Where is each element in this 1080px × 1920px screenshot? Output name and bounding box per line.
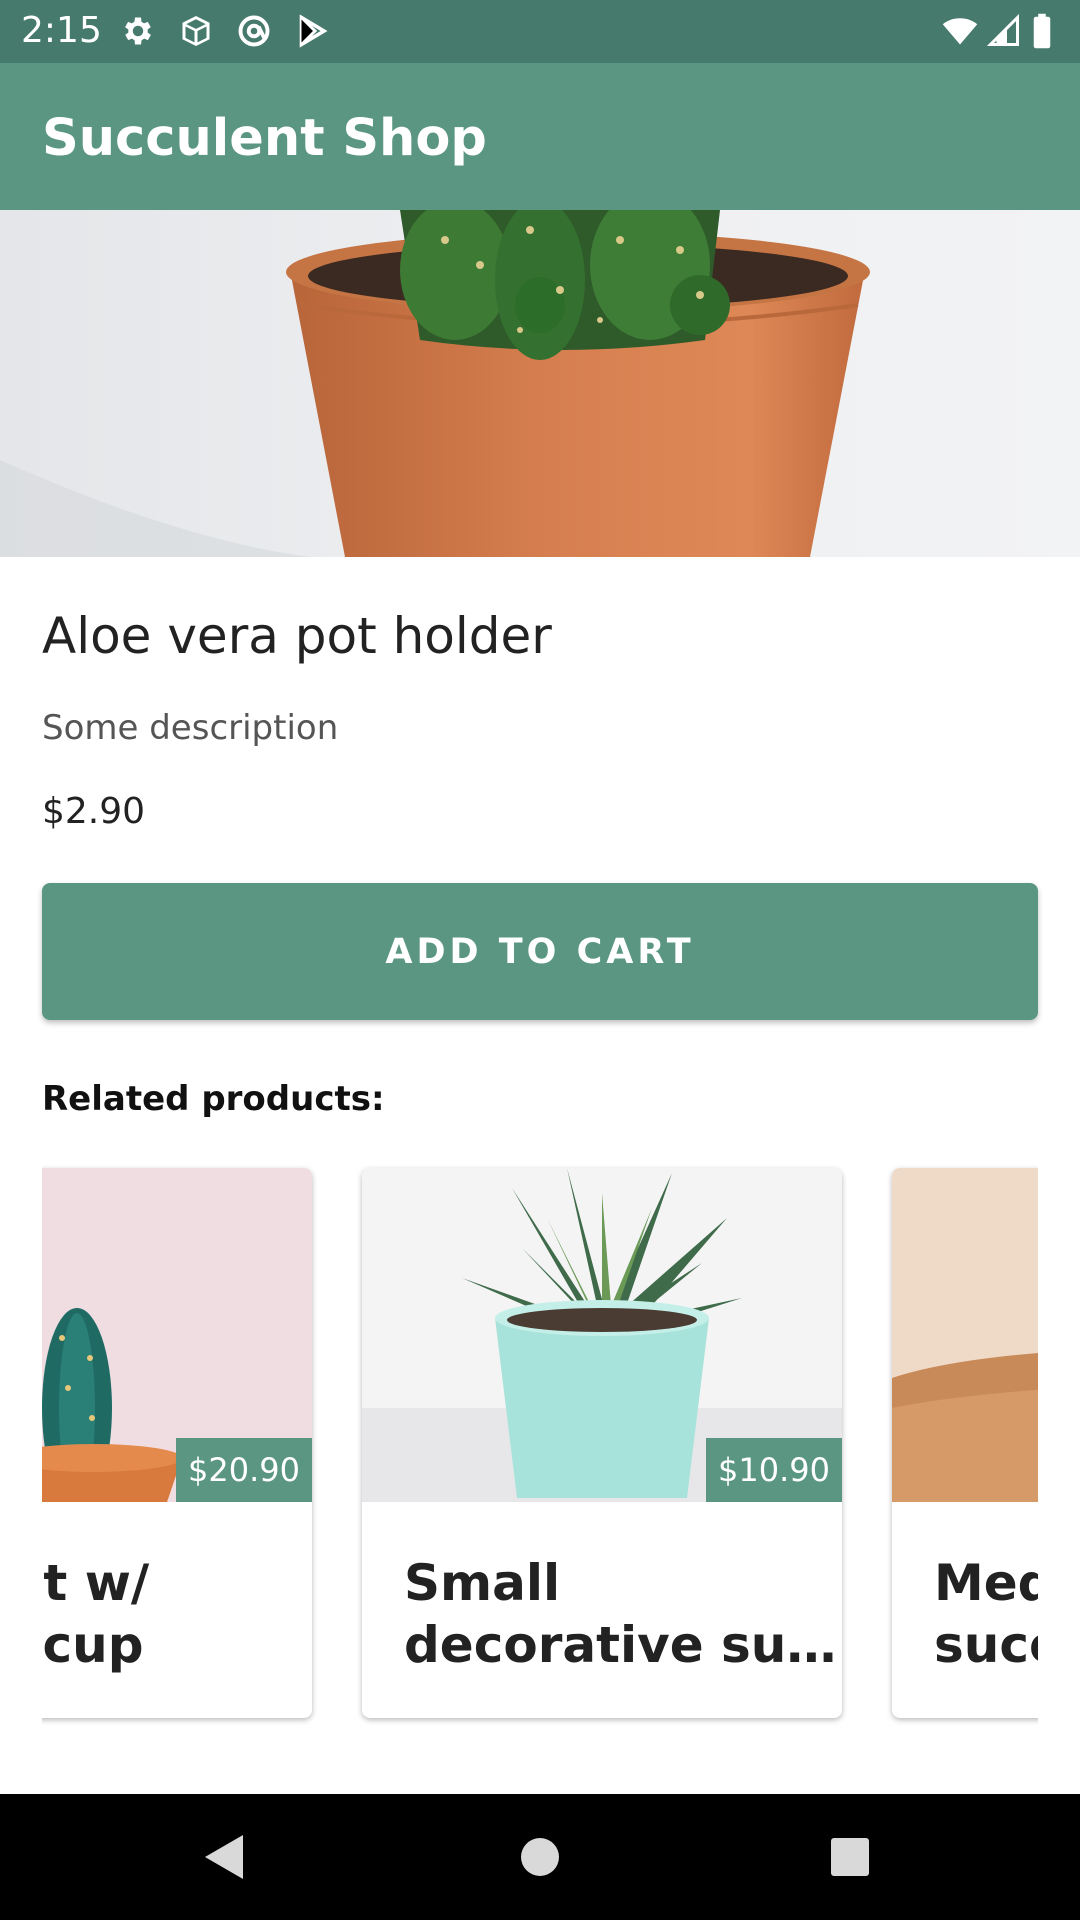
home-icon[interactable] <box>510 1827 570 1887</box>
product-name: Aloe vera pot holder <box>42 607 552 665</box>
package-icon <box>178 13 214 49</box>
related-product-title: s plant w/ s in a cup <box>42 1554 150 1674</box>
battery-icon <box>1030 13 1054 49</box>
play-store-icon <box>294 13 330 49</box>
navigation-bar <box>0 1794 1080 1920</box>
related-product-image: $20.90 <box>42 1168 312 1502</box>
at-sign-icon <box>236 13 272 49</box>
related-product-image <box>892 1168 1038 1502</box>
cell-signal-icon <box>986 13 1022 49</box>
app-bar: Succulent Shop <box>0 63 1080 210</box>
related-product-image: $10.90 <box>362 1168 842 1502</box>
settings-gear-icon <box>120 13 156 49</box>
related-product-card[interactable]: $10.90 Small decorative su… <box>362 1168 842 1718</box>
related-product-price: $10.90 <box>706 1438 842 1502</box>
status-bar: 2:15 <box>0 0 1080 63</box>
product-price: $2.90 <box>42 791 146 832</box>
product-hero-image <box>0 210 1080 557</box>
related-product-title: Med succ <box>934 1554 1038 1674</box>
related-products-heading: Related products: <box>42 1079 385 1119</box>
back-icon[interactable] <box>195 1827 255 1887</box>
related-products-carousel[interactable]: $20.90 s plant w/ s in a cup <box>42 1160 1038 1740</box>
recents-icon[interactable] <box>820 1827 880 1887</box>
related-product-card[interactable]: Med succ <box>892 1168 1038 1718</box>
app-title: Succulent Shop <box>42 109 487 168</box>
wifi-icon <box>942 13 978 49</box>
product-description: Some description <box>42 708 339 748</box>
add-to-cart-button[interactable]: ADD TO CART <box>42 883 1038 1020</box>
related-product-card[interactable]: $20.90 s plant w/ s in a cup <box>42 1168 312 1718</box>
related-product-price: $20.90 <box>176 1438 312 1502</box>
status-time: 2:15 <box>21 10 102 51</box>
related-product-title: Small decorative su… <box>404 1554 837 1674</box>
